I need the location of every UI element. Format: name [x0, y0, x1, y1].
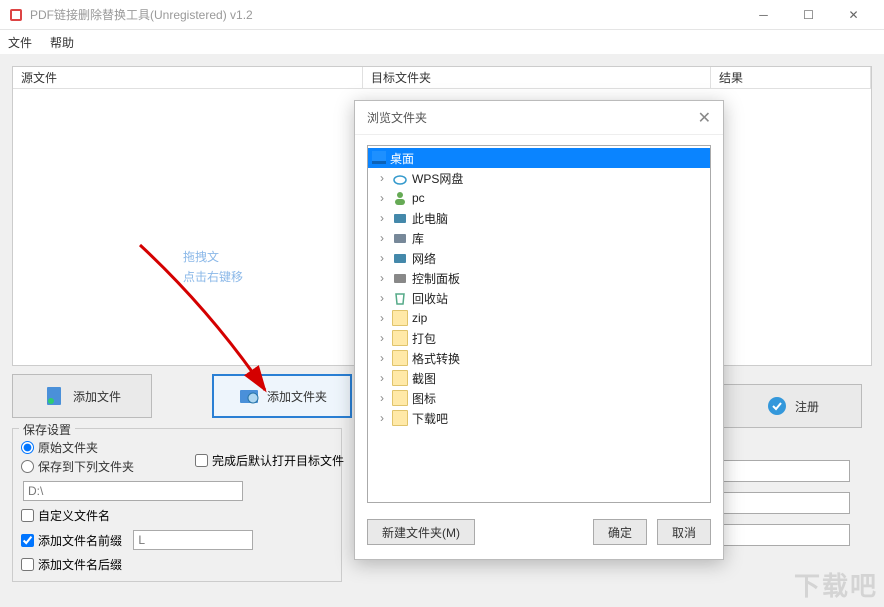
- add-folder-button[interactable]: 添加文件夹: [212, 374, 352, 418]
- open-after-check[interactable]: 完成后默认打开目标文件: [195, 452, 344, 469]
- dialog-close-button[interactable]: ✕: [698, 108, 711, 128]
- folder-icon: [392, 410, 408, 426]
- menubar: 文件 帮助: [0, 30, 884, 54]
- custom-name-check[interactable]: 自定义文件名: [21, 507, 333, 524]
- add-folder-label: 添加文件夹: [267, 388, 327, 405]
- tree-item[interactable]: › 图标: [368, 388, 710, 408]
- dialog-titlebar: 浏览文件夹 ✕: [355, 101, 723, 135]
- minimize-button[interactable]: ─: [741, 0, 786, 30]
- tree-item[interactable]: › 回收站: [368, 288, 710, 308]
- tree-item[interactable]: › WPS网盘: [368, 168, 710, 188]
- tree-item[interactable]: › 打包: [368, 328, 710, 348]
- tree-item-label: 此电脑: [412, 210, 448, 227]
- desktop-icon: [372, 151, 386, 165]
- tree-item-label: 打包: [412, 330, 436, 347]
- col-result[interactable]: 结果: [711, 67, 871, 88]
- tree-item[interactable]: › 截图: [368, 368, 710, 388]
- tree-item[interactable]: › 控制面板: [368, 268, 710, 288]
- tree-item-label: 库: [412, 230, 424, 247]
- folder-icon: [392, 330, 408, 346]
- list-header: 源文件 目标文件夹 结果: [13, 67, 871, 89]
- tree-item-label: 回收站: [412, 290, 448, 307]
- chevron-right-icon[interactable]: ›: [376, 311, 388, 325]
- tree-item-label: 格式转换: [412, 350, 460, 367]
- folder-icon: [392, 390, 408, 406]
- user-icon: [392, 190, 408, 206]
- tree-item-label: 截图: [412, 370, 436, 387]
- tree-item-label: WPS网盘: [412, 170, 463, 187]
- recycle-icon: [392, 290, 408, 306]
- menu-help[interactable]: 帮助: [50, 34, 74, 51]
- save-legend: 保存设置: [19, 421, 75, 438]
- folder-icon: [392, 350, 408, 366]
- prefix-input[interactable]: [133, 530, 253, 550]
- col-source[interactable]: 源文件: [13, 67, 363, 88]
- tree-root-desktop[interactable]: 桌面: [368, 148, 710, 168]
- network-icon: [392, 250, 408, 266]
- library-icon: [392, 230, 408, 246]
- drop-hint: 拖拽文 点击右键移: [183, 247, 243, 288]
- chevron-right-icon[interactable]: ›: [376, 171, 388, 185]
- folder-icon: [392, 370, 408, 386]
- path-input[interactable]: [23, 481, 243, 501]
- watermark: 下载吧: [794, 566, 878, 603]
- chevron-right-icon[interactable]: ›: [376, 391, 388, 405]
- window-title: PDF链接删除替换工具(Unregistered) v1.2: [30, 6, 741, 23]
- cloud-icon: [392, 170, 408, 186]
- tree-item-label: zip: [412, 311, 427, 325]
- register-label: 注册: [795, 398, 819, 415]
- chevron-right-icon[interactable]: ›: [376, 271, 388, 285]
- tree-item[interactable]: › zip: [368, 308, 710, 328]
- maximize-button[interactable]: ☐: [786, 0, 831, 30]
- chevron-right-icon[interactable]: ›: [376, 331, 388, 345]
- suffix-check[interactable]: 添加文件名后缀: [21, 556, 333, 573]
- tree-item-label: 网络: [412, 250, 436, 267]
- browse-folder-dialog: 浏览文件夹 ✕ 桌面 ›WPS网盘›pc›此电脑›库›网络›控制面板›回收站›z…: [354, 100, 724, 560]
- close-button[interactable]: ✕: [831, 0, 876, 30]
- chevron-right-icon[interactable]: ›: [376, 191, 388, 205]
- ok-button[interactable]: 确定: [593, 519, 647, 545]
- hint-line2: 点击右键移: [183, 267, 243, 287]
- tree-item[interactable]: ›库: [368, 228, 710, 248]
- folder-icon: [237, 384, 261, 408]
- tree-item[interactable]: › 此电脑: [368, 208, 710, 228]
- hint-line1: 拖拽文: [183, 247, 243, 267]
- dialog-title: 浏览文件夹: [367, 109, 427, 126]
- tree-item-label: 图标: [412, 390, 436, 407]
- chevron-right-icon[interactable]: ›: [376, 411, 388, 425]
- chevron-right-icon[interactable]: ›: [376, 291, 388, 305]
- chevron-right-icon[interactable]: ›: [376, 251, 388, 265]
- chevron-right-icon[interactable]: ›: [376, 351, 388, 365]
- tree-item-label: 下载吧: [412, 410, 448, 427]
- register-icon: [765, 394, 789, 418]
- tree-item[interactable]: › 网络: [368, 248, 710, 268]
- prefix-check[interactable]: 添加文件名前缀: [21, 530, 333, 550]
- control-icon: [392, 270, 408, 286]
- file-icon: [43, 384, 67, 408]
- folder-tree[interactable]: 桌面 ›WPS网盘›pc›此电脑›库›网络›控制面板›回收站›zip›打包›格式…: [367, 145, 711, 503]
- chevron-right-icon[interactable]: ›: [376, 211, 388, 225]
- cancel-button[interactable]: 取消: [657, 519, 711, 545]
- tree-item-label: pc: [412, 191, 425, 205]
- register-button[interactable]: 注册: [722, 384, 862, 428]
- menu-file[interactable]: 文件: [8, 34, 32, 51]
- folder-icon: [392, 310, 408, 326]
- app-icon: [8, 7, 24, 23]
- tree-item-label: 控制面板: [412, 270, 460, 287]
- add-file-button[interactable]: 添加文件: [12, 374, 152, 418]
- tree-item[interactable]: › pc: [368, 188, 710, 208]
- titlebar: PDF链接删除替换工具(Unregistered) v1.2 ─ ☐ ✕: [0, 0, 884, 30]
- tree-item[interactable]: › 下载吧: [368, 408, 710, 428]
- tree-item[interactable]: › 格式转换: [368, 348, 710, 368]
- chevron-right-icon[interactable]: ›: [376, 371, 388, 385]
- pc-icon: [392, 210, 408, 226]
- add-file-label: 添加文件: [73, 388, 121, 405]
- new-folder-button[interactable]: 新建文件夹(M): [367, 519, 475, 545]
- col-target[interactable]: 目标文件夹: [363, 67, 711, 88]
- chevron-right-icon[interactable]: ›: [376, 231, 388, 245]
